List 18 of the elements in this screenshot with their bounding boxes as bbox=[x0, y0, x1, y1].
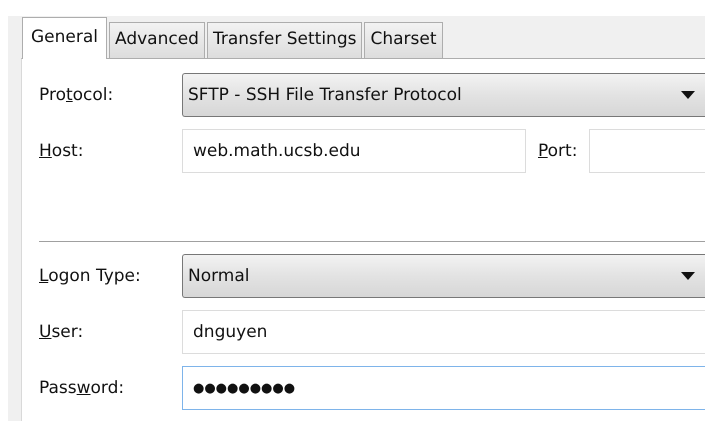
field-label: Logon Type: bbox=[39, 266, 142, 286]
field-label: Port: bbox=[538, 141, 578, 161]
logon-type-dropdown[interactable]: Normal bbox=[182, 254, 705, 298]
field-label: Password: bbox=[39, 378, 126, 398]
host-field[interactable]: web.math.ucsb.edu bbox=[182, 129, 526, 173]
field-label: User: bbox=[39, 322, 84, 342]
field-label: Host: bbox=[39, 141, 84, 161]
tab[interactable]: Advanced bbox=[109, 22, 205, 58]
caret-icon bbox=[681, 91, 695, 99]
tab[interactable]: Transfer Settings bbox=[206, 22, 362, 58]
password-field[interactable]: ●●●●●●●●● bbox=[182, 366, 705, 410]
protocol-dropdown[interactable]: SFTP - SSH File Transfer Protocol bbox=[182, 73, 705, 117]
user-field[interactable]: dnguyen bbox=[182, 310, 705, 354]
port-field[interactable] bbox=[589, 129, 705, 173]
caret-icon bbox=[681, 272, 695, 280]
tab[interactable]: General bbox=[22, 17, 107, 59]
field-label: Protocol: bbox=[39, 85, 114, 105]
tab[interactable]: Charset bbox=[364, 22, 443, 58]
